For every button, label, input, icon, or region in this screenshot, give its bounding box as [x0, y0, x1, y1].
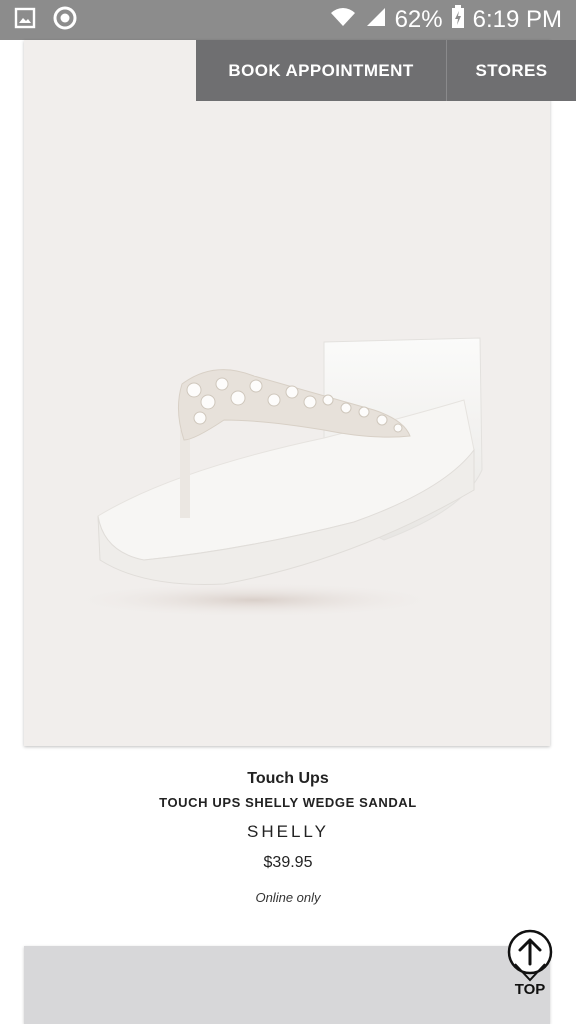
sync-icon	[52, 5, 78, 36]
status-bar: 62% 6:19 PM	[0, 0, 576, 40]
sandal-illustration	[64, 337, 483, 618]
battery-charging-icon	[451, 4, 465, 36]
arrow-up-circle-icon	[505, 928, 555, 987]
back-to-top-label: TOP	[514, 981, 546, 998]
clock: 6:19 PM	[472, 6, 562, 33]
back-to-top-button[interactable]: TOP	[502, 928, 558, 1012]
signal-icon	[365, 6, 387, 35]
book-appointment-button[interactable]: BOOK APPOINTMENT	[196, 40, 447, 101]
availability-note: Online only	[255, 890, 321, 905]
wifi-icon	[329, 6, 357, 35]
product-name[interactable]: TOUCH UPS SHELLY WEDGE SANDAL	[0, 795, 576, 810]
stores-button[interactable]: STORES	[447, 40, 576, 101]
gallery-icon	[14, 7, 36, 34]
action-bar: BOOK APPOINTMENT STORES	[196, 40, 576, 101]
product-info: Touch Ups TOUCH UPS SHELLY WEDGE SANDAL …	[0, 768, 576, 905]
next-product-card[interactable]	[24, 946, 550, 1024]
product-image[interactable]	[24, 40, 550, 746]
battery-percent: 62%	[394, 6, 443, 33]
product-style: SHELLY	[247, 822, 329, 841]
product-price: $39.95	[263, 854, 313, 871]
product-brand[interactable]: Touch Ups	[0, 770, 576, 788]
